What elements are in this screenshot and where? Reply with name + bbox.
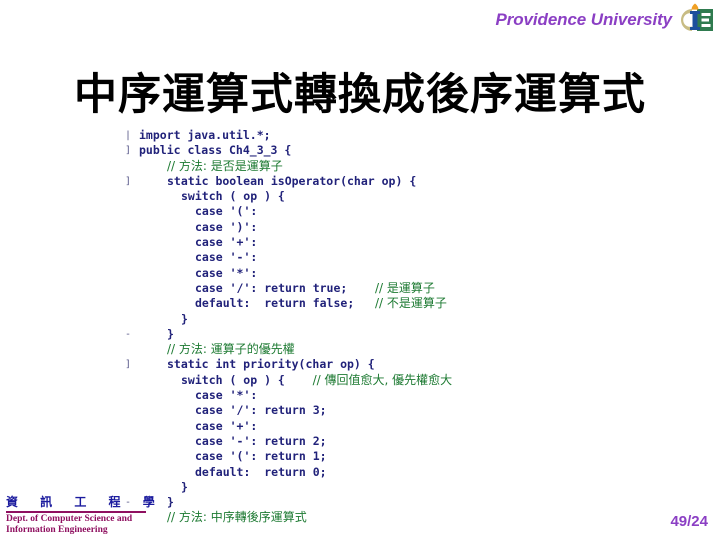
code-line: switch ( op ) { xyxy=(125,189,595,204)
code-comment: // 不是運算子 xyxy=(375,296,447,311)
code-token: import java.util.*; xyxy=(139,128,271,142)
code-line: case '+': xyxy=(125,235,595,250)
department-name-cjk: 資 訊 工 程 學 xyxy=(6,494,164,509)
code-line-text: case ')': xyxy=(139,220,257,234)
code-comment: // 傳回值愈大, 優先權愈大 xyxy=(312,372,453,387)
code-token: default: return false; xyxy=(195,296,376,311)
code-line-text: case '(': xyxy=(139,204,257,218)
code-line-text: case '(': return 1; xyxy=(139,449,327,463)
department-name-en-line1: Dept. of Computer Science and xyxy=(6,514,133,524)
department-footer: 資 訊 工 程 學 Dept. of Computer Science and … xyxy=(6,495,156,537)
code-fold-marker-icon: - xyxy=(125,328,132,340)
code-fold-marker-icon: ] xyxy=(125,175,132,187)
code-token: case '+': xyxy=(195,235,258,250)
code-line-text: switch ( op ) { // 傳回值愈大, 優先權愈大 xyxy=(139,373,452,387)
code-token: case '*': xyxy=(195,265,258,280)
slide-title: 中序運算式轉換成後序運算式 xyxy=(74,69,646,120)
code-line-text: // 方法: 是否是運算子 xyxy=(139,159,283,173)
code-line-text: default: return 0; xyxy=(139,465,327,479)
code-line: case '(': xyxy=(125,204,595,219)
code-fold-marker-icon: | xyxy=(125,130,132,141)
code-line: // 方法: 是否是運算子 xyxy=(125,159,595,174)
university-name: Providence University xyxy=(495,10,673,29)
code-token: } xyxy=(181,479,188,494)
providence-university-logo-icon xyxy=(678,3,716,37)
code-line-text: case '-': return 2; xyxy=(139,434,327,448)
code-line: case '-': xyxy=(125,250,595,265)
code-line-text: case '-': xyxy=(139,250,257,264)
code-line: case '(': return 1; xyxy=(125,449,595,464)
code-token: case '(': xyxy=(195,204,258,219)
department-name-en-line2: Information Engineering xyxy=(6,525,108,535)
code-comment: // 方法: 運算子的優先權 xyxy=(167,342,295,357)
code-line: case '/': return 3; xyxy=(125,403,595,418)
code-line: case '+': xyxy=(125,419,595,434)
code-token: case '+': xyxy=(195,418,258,433)
code-line-text: case '/': return true; // 是運算子 xyxy=(139,281,435,295)
code-token: case '/': return true; xyxy=(195,280,376,295)
code-line-text: case '+': xyxy=(139,419,257,433)
code-line-text: switch ( op ) { xyxy=(139,189,285,203)
code-line: case '/': return true; // 是運算子 xyxy=(125,281,595,296)
code-line: switch ( op ) { // 傳回值愈大, 優先權愈大 xyxy=(125,373,595,388)
code-line: // 方法: 中序轉後序運算式 xyxy=(125,510,595,525)
code-token: static boolean isOperator(char op) { xyxy=(167,173,417,188)
code-token: case '*': xyxy=(195,388,258,403)
code-comment: // 方法: 是否是運算子 xyxy=(167,158,283,173)
code-token: } xyxy=(167,495,174,510)
code-token: case '(': return 1; xyxy=(195,449,327,464)
code-line: ] static int priority(char op) { xyxy=(125,357,595,372)
code-line-text: } xyxy=(139,312,188,326)
code-screenshot: | import java.util.*;] public class Ch4_3_… xyxy=(125,128,595,540)
brand-header: Providence University xyxy=(496,3,716,37)
code-line: default: return false; // 不是運算子 xyxy=(125,296,595,311)
code-token: default: return 0; xyxy=(195,464,327,479)
code-line-text: // 方法: 中序轉後序運算式 xyxy=(139,510,307,524)
code-line-text: } xyxy=(139,480,188,494)
code-line: case ')': xyxy=(125,220,595,235)
code-line-text: } xyxy=(139,327,174,341)
code-line-text: import java.util.*; xyxy=(139,128,271,142)
code-fold-marker-icon: ] xyxy=(125,145,132,157)
code-line-text: static boolean isOperator(char op) { xyxy=(139,174,416,188)
code-line-text: static int priority(char op) { xyxy=(139,357,375,371)
footer-divider xyxy=(6,510,146,513)
code-fold-marker-icon: ] xyxy=(125,359,132,371)
code-token: } xyxy=(167,326,174,341)
code-token: case '/': return 3; xyxy=(195,403,327,418)
code-line-text: case '*': xyxy=(139,388,257,402)
code-line: } xyxy=(125,480,595,495)
code-line: -} xyxy=(125,327,595,342)
code-token: case '-': xyxy=(195,250,258,265)
code-token: } xyxy=(181,311,188,326)
code-line: case '*': xyxy=(125,266,595,281)
code-line-text: case '*': xyxy=(139,266,257,280)
code-token: static int priority(char op) { xyxy=(167,357,375,372)
code-line-text: public class Ch4_3_3 { xyxy=(139,143,291,157)
slide: Providence University 中序運算式轉換成後序運算式 | imp… xyxy=(0,0,720,540)
code-line: | import java.util.*; xyxy=(125,128,595,143)
code-line-text: // 方法: 運算子的優先權 xyxy=(139,342,295,356)
code-token: case ')': xyxy=(195,219,258,234)
code-token: switch ( op ) { xyxy=(181,372,313,387)
code-line: case '*': xyxy=(125,388,595,403)
code-line-text: case '+': xyxy=(139,235,257,249)
code-line: default: return 0; xyxy=(125,465,595,480)
code-token: public class Ch4_3_3 { xyxy=(139,143,292,158)
code-comment: // 是運算子 xyxy=(375,280,435,295)
code-line-text: default: return false; // 不是運算子 xyxy=(139,296,447,310)
code-line: ] static boolean isOperator(char op) { xyxy=(125,174,595,189)
code-token: case '-': return 2; xyxy=(195,433,327,448)
page-number: 49/24 xyxy=(670,513,708,530)
code-line-text: case '/': return 3; xyxy=(139,403,327,417)
code-line: ] public class Ch4_3_3 { xyxy=(125,143,595,158)
code-line: } xyxy=(125,312,595,327)
code-line: // 方法: 運算子的優先權 xyxy=(125,342,595,357)
code-line: case '-': return 2; xyxy=(125,434,595,449)
code-comment: // 方法: 中序轉後序運算式 xyxy=(167,510,307,525)
code-token: switch ( op ) { xyxy=(181,189,285,204)
code-line: -} xyxy=(125,495,595,510)
